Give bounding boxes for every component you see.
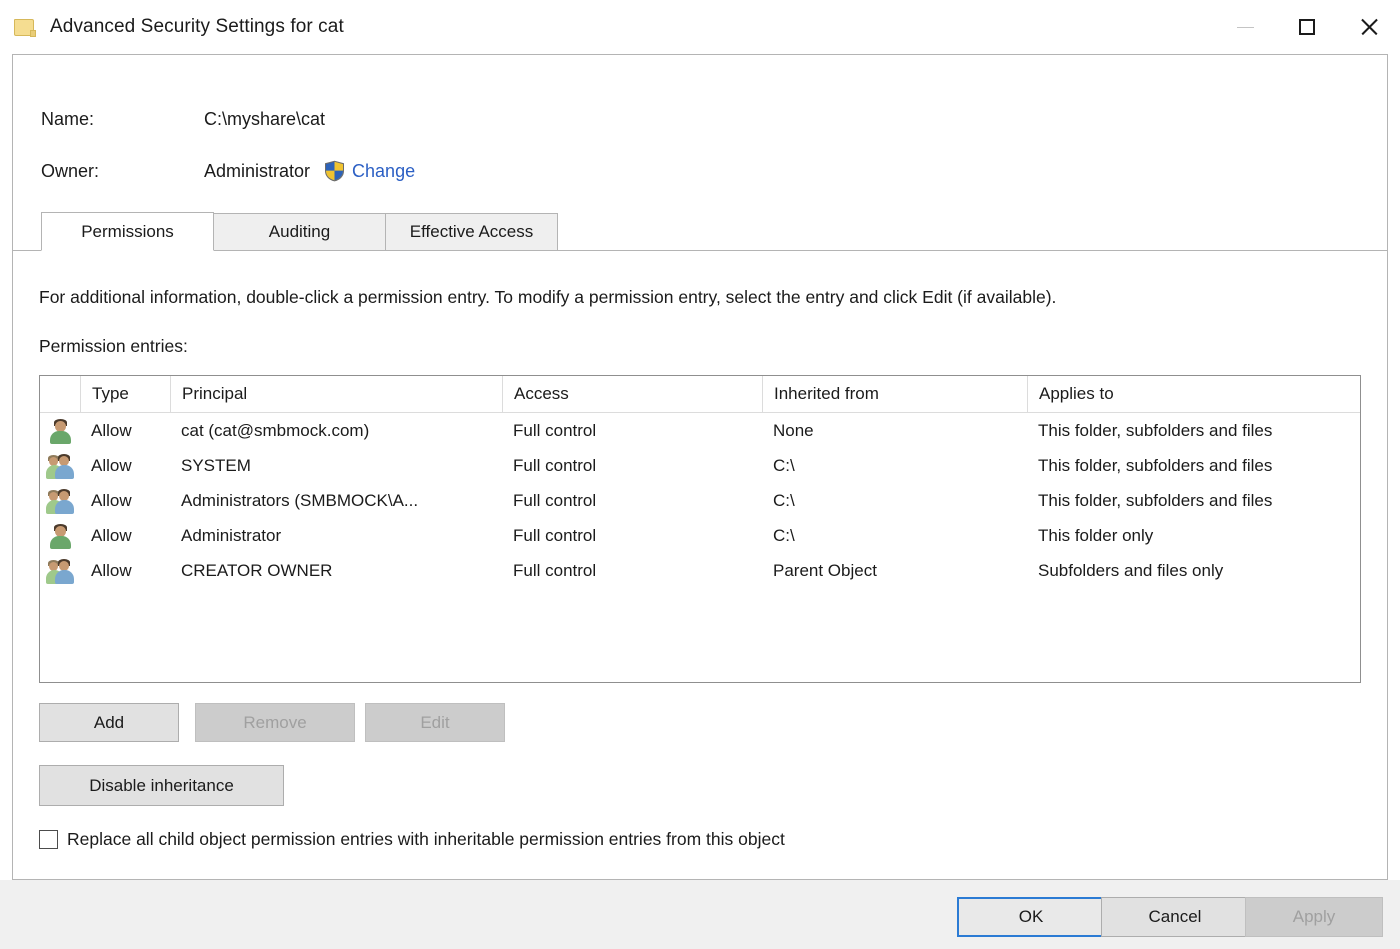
- group-icon: [40, 483, 80, 518]
- owner-row: Owner: Administrator Change: [41, 160, 415, 182]
- cell-access: Full control: [513, 560, 597, 580]
- column-header-type[interactable]: Type: [80, 376, 170, 412]
- cell-inherited-from: None: [773, 420, 814, 440]
- column-header-inherited-from[interactable]: Inherited from: [762, 376, 1027, 412]
- cell-access: Full control: [513, 420, 597, 440]
- advanced-security-settings-dialog: Advanced Security Settings for cat Name:…: [0, 0, 1400, 949]
- owner-label: Owner:: [41, 160, 100, 181]
- disable-inheritance-button[interactable]: Disable inheritance: [39, 765, 284, 806]
- column-header-principal[interactable]: Principal: [170, 376, 502, 412]
- column-header-applies-to[interactable]: Applies to: [1027, 376, 1360, 412]
- table-row[interactable]: Allow Administrator Full control C:\ Thi…: [40, 518, 1360, 553]
- cell-inherited-from: C:\: [773, 490, 795, 510]
- replace-child-permissions-checkbox[interactable]: [39, 830, 58, 849]
- cell-access: Full control: [513, 525, 597, 545]
- cell-inherited-from: C:\: [773, 525, 795, 545]
- name-value: C:\myshare\cat: [204, 109, 326, 129]
- name-label: Name:: [41, 109, 95, 129]
- table-row[interactable]: Allow Administrators (SMBMOCK\A... Full …: [40, 483, 1360, 518]
- close-button[interactable]: [1338, 0, 1400, 54]
- cell-type: Allow: [91, 560, 132, 580]
- close-icon: [1359, 17, 1379, 37]
- tab-effective-access[interactable]: Effective Access: [385, 213, 558, 251]
- minimize-icon: [1236, 26, 1254, 28]
- cell-principal: cat (cat@smbmock.com): [181, 420, 370, 440]
- table-header-row: Type Principal Access Inherited from App…: [40, 376, 1360, 413]
- column-header-icon[interactable]: [40, 376, 80, 412]
- name-row: Name: C:\myshare\cat: [41, 109, 325, 130]
- instructions-text: For additional information, double-click…: [39, 287, 1057, 307]
- maximize-button[interactable]: [1276, 0, 1338, 54]
- table-row[interactable]: Allow cat (cat@smbmock.com) Full control…: [40, 413, 1360, 448]
- dialog-footer: OK Cancel Apply: [0, 880, 1400, 949]
- uac-shield-icon: [324, 160, 345, 182]
- cell-applies-to: This folder, subfolders and files: [1038, 455, 1273, 475]
- cell-access: Full control: [513, 490, 597, 510]
- owner-value: Administrator: [204, 160, 311, 181]
- cell-type: Allow: [91, 490, 132, 510]
- cell-applies-to: This folder, subfolders and files: [1038, 420, 1273, 440]
- group-icon: [40, 448, 80, 483]
- apply-button[interactable]: Apply: [1245, 897, 1383, 937]
- permission-entries-list[interactable]: Type Principal Access Inherited from App…: [39, 375, 1361, 683]
- dialog-content-panel: Name: C:\myshare\cat Owner: Administrato…: [12, 54, 1388, 880]
- title-bar: Advanced Security Settings for cat: [0, 0, 1400, 54]
- change-owner-link[interactable]: Change: [352, 161, 415, 182]
- cell-applies-to: This folder only: [1038, 525, 1154, 545]
- cell-type: Allow: [91, 420, 132, 440]
- window-controls: [1214, 0, 1400, 54]
- group-icon: [40, 553, 80, 588]
- permission-entries-label: Permission entries:: [39, 336, 188, 356]
- cell-principal: Administrator: [181, 525, 282, 545]
- edit-button[interactable]: Edit: [365, 703, 505, 742]
- table-row[interactable]: Allow CREATOR OWNER Full control Parent …: [40, 553, 1360, 588]
- cancel-button[interactable]: Cancel: [1101, 897, 1249, 937]
- replace-child-permissions-row[interactable]: Replace all child object permission entr…: [39, 829, 785, 850]
- folder-icon: [14, 17, 36, 37]
- window-title: Advanced Security Settings for cat: [50, 16, 344, 37]
- user-icon: [40, 413, 80, 448]
- cell-inherited-from: Parent Object: [773, 560, 877, 580]
- add-button[interactable]: Add: [39, 703, 179, 742]
- table-row[interactable]: Allow SYSTEM Full control C:\ This folde…: [40, 448, 1360, 483]
- cell-applies-to: Subfolders and files only: [1038, 560, 1224, 580]
- cell-type: Allow: [91, 525, 132, 545]
- cell-type: Allow: [91, 455, 132, 475]
- cell-principal: SYSTEM: [181, 455, 251, 475]
- cell-access: Full control: [513, 455, 597, 475]
- cell-inherited-from: C:\: [773, 455, 795, 475]
- tab-auditing[interactable]: Auditing: [213, 213, 386, 251]
- replace-child-permissions-label: Replace all child object permission entr…: [67, 829, 785, 849]
- column-header-access[interactable]: Access: [502, 376, 762, 412]
- tab-permissions[interactable]: Permissions: [41, 212, 214, 251]
- cell-principal: Administrators (SMBMOCK\A...: [181, 490, 419, 510]
- ok-button[interactable]: OK: [957, 897, 1105, 937]
- remove-button[interactable]: Remove: [195, 703, 355, 742]
- cell-applies-to: This folder, subfolders and files: [1038, 490, 1273, 510]
- cell-principal: CREATOR OWNER: [181, 560, 333, 580]
- minimize-button[interactable]: [1214, 0, 1276, 54]
- tab-strip: Permissions Auditing Effective Access: [13, 212, 1387, 251]
- maximize-icon: [1299, 19, 1315, 35]
- user-icon: [40, 518, 80, 553]
